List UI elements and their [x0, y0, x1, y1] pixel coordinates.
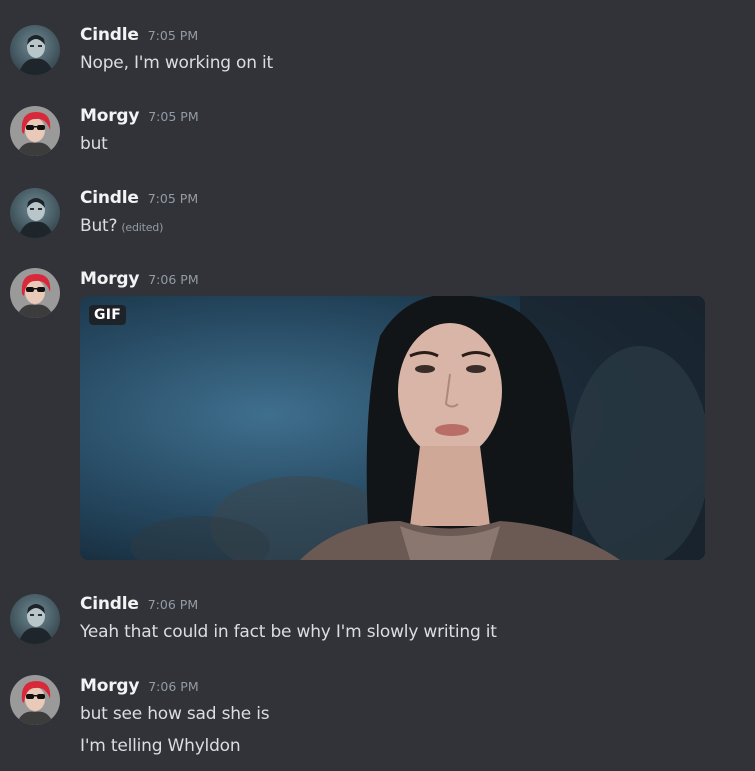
username[interactable]: Cindle [80, 188, 139, 208]
timestamp[interactable]: 7:06 PM [148, 679, 198, 694]
message-header: Morgy 7:05 PM [80, 106, 199, 126]
cindle-avatar-image [10, 594, 60, 644]
message-header: Cindle 7:05 PM [80, 188, 198, 208]
timestamp[interactable]: 7:06 PM [148, 272, 198, 287]
gif-image [80, 296, 705, 560]
username[interactable]: Cindle [80, 25, 139, 45]
timestamp[interactable]: 7:05 PM [148, 191, 198, 206]
edited-label[interactable]: (edited) [121, 221, 163, 234]
morgy-avatar[interactable] [10, 106, 60, 156]
username[interactable]: Cindle [80, 594, 139, 614]
message-text: but [80, 134, 108, 154]
message-header: Morgy 7:06 PM [80, 269, 199, 289]
morgy-avatar[interactable] [10, 268, 60, 318]
cindle-avatar-image [10, 188, 60, 238]
message-header: Morgy 7:06 PM [80, 676, 199, 696]
timestamp[interactable]: 7:06 PM [148, 597, 198, 612]
timestamp[interactable]: 7:05 PM [148, 28, 198, 43]
timestamp[interactable]: 7:05 PM [148, 109, 198, 124]
message-text: Nope, I'm working on it [80, 53, 274, 73]
message-header: Cindle 7:06 PM [80, 594, 198, 614]
username[interactable]: Morgy [80, 676, 139, 696]
cindle-avatar-image [10, 25, 60, 75]
cindle-avatar[interactable] [10, 188, 60, 238]
gif-attachment[interactable]: GIF [80, 296, 705, 560]
gif-badge: GIF [89, 305, 127, 325]
message-header: Cindle 7:05 PM [80, 25, 198, 45]
username[interactable]: Morgy [80, 106, 139, 126]
message-text: Yeah that could in fact be why I'm slowl… [80, 622, 497, 642]
username[interactable]: Morgy [80, 269, 139, 289]
message-text: but see how sad she is [80, 704, 270, 724]
morgy-avatar[interactable] [10, 675, 60, 725]
morgy-avatar-image [10, 268, 60, 318]
message-text-row: But? (edited) [80, 216, 163, 236]
message-text: I'm telling Whyldon [80, 736, 241, 756]
morgy-avatar-image [10, 675, 60, 725]
cindle-avatar[interactable] [10, 25, 60, 75]
message-text: But? [80, 216, 118, 236]
cindle-avatar[interactable] [10, 594, 60, 644]
morgy-avatar-image [10, 106, 60, 156]
